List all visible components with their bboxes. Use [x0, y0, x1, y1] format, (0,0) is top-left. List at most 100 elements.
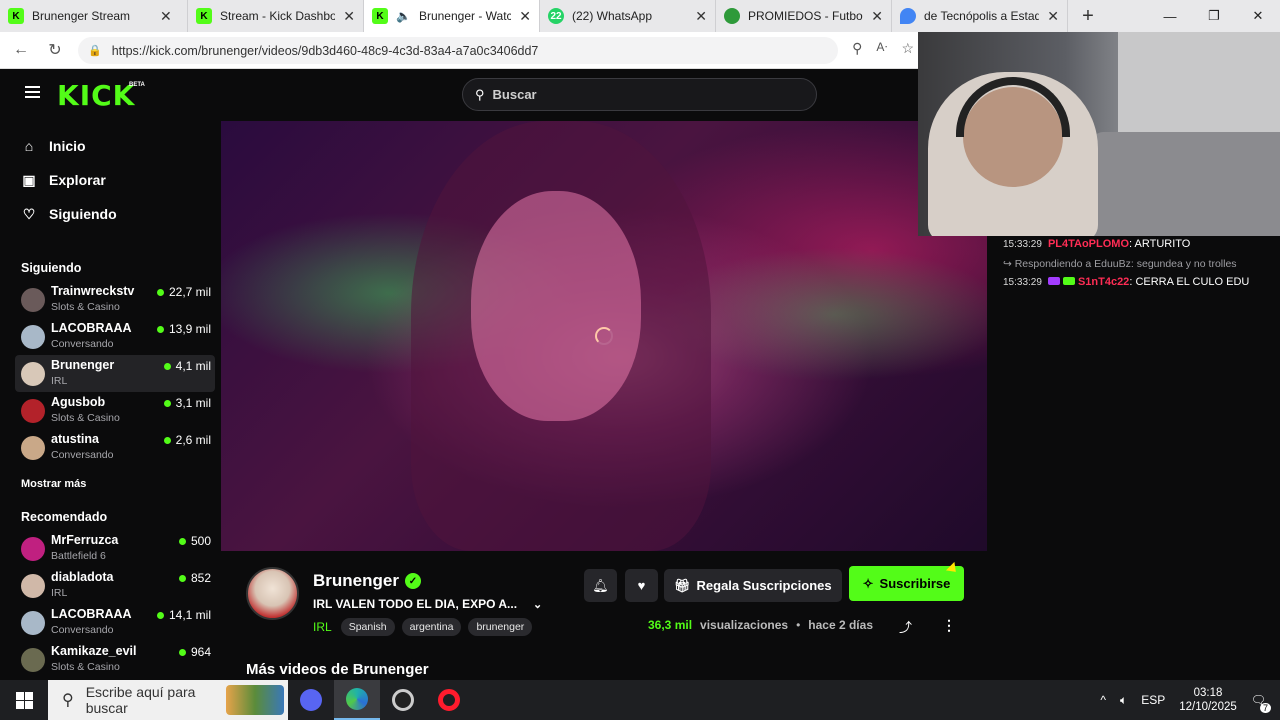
- live-dot-icon: [178, 574, 186, 582]
- avatar: [21, 647, 45, 672]
- minimize-icon[interactable]: —: [1148, 0, 1192, 32]
- video-frame-subject: [471, 191, 641, 421]
- verified-icon: ✓: [404, 573, 421, 589]
- clock-date: 12/10/2025: [1179, 701, 1237, 713]
- share-icon[interactable]: ⤴: [899, 617, 912, 636]
- viewer-count-value: 964: [190, 645, 211, 659]
- channel-item-active[interactable]: Brunenger IRL 4,1 mil: [15, 355, 215, 392]
- notification-count: 7: [1259, 703, 1271, 713]
- windows-taskbar: ⚲ Escribe aquí para buscar ^ 🔈︎ ESP 03:1…: [0, 680, 1280, 720]
- browser-tab[interactable]: de Tecnópolis a Estadio ✕: [892, 0, 1068, 32]
- discord-icon: [300, 689, 322, 711]
- show-more-link[interactable]: Mostrar más: [5, 470, 221, 498]
- sub-badge-icon: [1047, 277, 1060, 285]
- speaker-icon[interactable]: 🔈: [396, 9, 411, 23]
- close-tab-icon[interactable]: ✕: [519, 8, 531, 25]
- webcam-overlay: [918, 32, 1280, 236]
- chevron-down-icon[interactable]: ⌄: [533, 598, 542, 611]
- nav-home[interactable]: ⌂ Inicio: [21, 129, 221, 163]
- viewer-count-value: 2,6 mil: [175, 433, 211, 447]
- opera-icon: [438, 689, 460, 711]
- search-box[interactable]: ⚲: [462, 78, 817, 111]
- more-options-icon[interactable]: ⋮: [942, 617, 956, 634]
- volume-icon[interactable]: 🔈︎: [1120, 693, 1127, 708]
- channel-name: LACOBRAAA: [51, 321, 132, 335]
- browser-tab[interactable]: 22 (22) WhatsApp ✕: [540, 0, 716, 32]
- channel-item[interactable]: diabladota IRL 852: [15, 567, 215, 604]
- read-aloud-icon[interactable]: Aᐧ: [876, 40, 887, 57]
- tag-chip[interactable]: brunenger: [468, 618, 533, 636]
- channel-item[interactable]: atustina Conversando 2,6 mil: [15, 429, 215, 466]
- notification-bell-button[interactable]: 🔔︎: [584, 569, 617, 602]
- channel-item[interactable]: Kamikaze_evil Slots & Casino 964: [15, 641, 215, 678]
- taskbar-search[interactable]: ⚲ Escribe aquí para buscar: [48, 680, 288, 720]
- close-tab-icon[interactable]: ✕: [695, 8, 707, 25]
- channel-item[interactable]: MrFerruzca Battlefield 6 500: [15, 530, 215, 567]
- taskbar-opera[interactable]: [426, 680, 472, 720]
- chat-panel: 15:33:29 PL4TAoPLOMO: ARTURITO ↪ Respondi…: [995, 236, 1280, 680]
- taskbar-obs[interactable]: [380, 680, 426, 720]
- nav-following[interactable]: ♡ Siguiendo: [21, 197, 221, 231]
- tag-chip[interactable]: Spanish: [340, 618, 395, 636]
- channel-item[interactable]: LACOBRAAA Conversando 13,9 mil: [15, 318, 215, 355]
- following-section-title: Siguiendo: [21, 261, 82, 275]
- avatar: [21, 573, 45, 598]
- gift-subs-button[interactable]: 🎁︎ Regala Suscripciones: [664, 569, 842, 602]
- close-window-icon[interactable]: ✕: [1236, 0, 1280, 32]
- close-tab-icon[interactable]: ✕: [160, 8, 172, 25]
- url-field[interactable]: 🔒 https://kick.com/brunenger/videos/9db3…: [78, 37, 838, 64]
- close-tab-icon[interactable]: ✕: [871, 8, 883, 25]
- back-icon[interactable]: ←: [4, 41, 38, 59]
- tag-chip[interactable]: argentina: [401, 618, 462, 636]
- tray-expand-icon[interactable]: ^: [1100, 693, 1106, 707]
- refresh-icon[interactable]: ↻: [38, 40, 72, 60]
- browser-tab[interactable]: K Brunenger Stream ✕: [0, 0, 188, 32]
- nav-explore[interactable]: ▣ Explorar: [21, 163, 221, 197]
- chat-username[interactable]: S1nT4c22: [1078, 276, 1129, 288]
- video-player[interactable]: [221, 121, 987, 551]
- clock-time: 03:18: [1193, 687, 1223, 699]
- viewer-count: 13,9 mil: [156, 322, 211, 336]
- follow-heart-button[interactable]: ♥: [625, 569, 658, 602]
- kick-logo[interactable]: KICK: [57, 79, 135, 112]
- channel-item[interactable]: LACOBRAAA Conversando 14,1 mil: [15, 604, 215, 641]
- recommended-section-title: Recomendado: [21, 510, 108, 524]
- favorite-star-icon[interactable]: ☆: [901, 40, 914, 57]
- video-title: IRL VALEN TODO EL DIA, EXPO A... ⌄: [313, 597, 542, 611]
- window-controls: — ❐ ✕: [1148, 0, 1280, 32]
- viewer-count-value: 22,7 mil: [168, 285, 211, 299]
- menu-icon[interactable]: [25, 86, 40, 98]
- browser-tab-active[interactable]: K 🔈 Brunenger - Watch ✕: [364, 0, 540, 32]
- taskbar-discord[interactable]: [288, 680, 334, 720]
- category-link[interactable]: IRL: [313, 620, 332, 634]
- zoom-icon[interactable]: ⚲: [852, 40, 862, 57]
- channel-item[interactable]: Trainwreckstv Slots & Casino 22,7 mil: [15, 281, 215, 318]
- search-icon: ⚲: [62, 692, 74, 709]
- channel-item[interactable]: Agusbob Slots & Casino 3,1 mil: [15, 392, 215, 429]
- video-stats: 36,3 mil visualizaciones • hace 2 días: [648, 618, 873, 632]
- search-highlight-image: [226, 685, 284, 715]
- chat-reply-context: ↪ Respondiendo a EduuBz: segundea y no t…: [995, 258, 1280, 270]
- clock[interactable]: 03:18 12/10/2025: [1179, 686, 1237, 714]
- more-videos-heading: Más videos de Brunenger: [246, 661, 429, 678]
- site-info-icon[interactable]: 🔒: [88, 44, 102, 57]
- browser-tab[interactable]: PROMIEDOS - Futbol Ar ✕: [716, 0, 892, 32]
- language-indicator[interactable]: ESP: [1141, 693, 1165, 707]
- close-tab-icon[interactable]: ✕: [343, 8, 355, 25]
- new-tab-button[interactable]: +: [1068, 5, 1108, 28]
- search-input[interactable]: [492, 87, 793, 102]
- taskbar-edge[interactable]: [334, 680, 380, 720]
- live-dot-icon: [156, 611, 164, 619]
- chat-username[interactable]: PL4TAoPLOMO: [1048, 238, 1129, 250]
- live-dot-icon: [178, 648, 186, 656]
- restore-icon[interactable]: ❐: [1192, 0, 1236, 32]
- kick-icon: K: [372, 8, 388, 24]
- close-tab-icon[interactable]: ✕: [1047, 8, 1059, 25]
- main-nav: ⌂ Inicio ▣ Explorar ♡ Siguiendo: [5, 129, 221, 231]
- channel-avatar[interactable]: [246, 567, 299, 620]
- notification-center-icon[interactable]: 🗨︎ 7: [1251, 693, 1271, 713]
- channel-title[interactable]: Brunenger ✓: [313, 571, 421, 591]
- bell-icon: 🔔︎: [592, 577, 609, 593]
- start-button[interactable]: [0, 680, 48, 720]
- browser-tab[interactable]: K Stream - Kick Dashboard ✕: [188, 0, 364, 32]
